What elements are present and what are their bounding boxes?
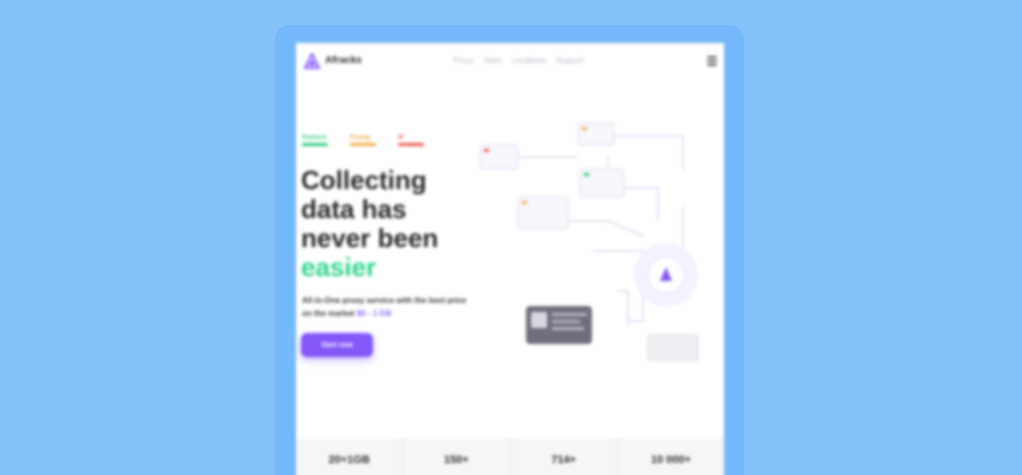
badge-label: Pricing bbox=[350, 135, 371, 141]
nav-item-proxy[interactable]: Proxy bbox=[453, 56, 473, 65]
logo-icon[interactable] bbox=[304, 53, 320, 69]
subtitle-price: $0 - 1 GB bbox=[356, 309, 392, 318]
card-top bbox=[577, 122, 615, 146]
badge-label: IP bbox=[398, 135, 404, 141]
headline-line-2: data has bbox=[301, 194, 407, 224]
badge-label: Protocol bbox=[302, 135, 327, 141]
badge-ip: IP bbox=[398, 135, 424, 146]
feature-badges: Protocol Pricing IP bbox=[302, 135, 424, 146]
nav-item-stats[interactable]: Stats bbox=[483, 56, 501, 65]
website-screen: Afracks Proxy Stats Locations Support Pr… bbox=[296, 43, 724, 475]
badge-protocol: Protocol bbox=[302, 135, 328, 146]
badge-bar bbox=[350, 143, 376, 146]
badge-bar bbox=[398, 143, 424, 146]
start-now-button[interactable]: Start now bbox=[301, 333, 373, 357]
hero-headline: Collecting data has never been easier bbox=[301, 166, 491, 282]
main-nav: Proxy Stats Locations Support bbox=[453, 56, 584, 65]
stat-traffic: 20+1GB bbox=[296, 438, 404, 475]
site-header: Afracks Proxy Stats Locations Support bbox=[296, 43, 724, 79]
brand-name[interactable]: Afracks bbox=[325, 55, 362, 66]
stat-ips: 10 000+ bbox=[650, 454, 691, 466]
menu-icon[interactable] bbox=[707, 56, 717, 66]
headline-line-1: Collecting bbox=[301, 165, 427, 195]
stats-bar: 20+1GB 150+ 714+ 10 000+ bbox=[296, 438, 724, 475]
stat-countries: 150+ bbox=[403, 438, 511, 475]
badge-bar bbox=[302, 143, 328, 146]
nav-item-locations[interactable]: Locations bbox=[512, 56, 546, 65]
stat-cities: 714+ bbox=[511, 438, 618, 475]
headline-accent: easier bbox=[301, 252, 377, 282]
hero-subtitle: All-in-One proxy service with the best p… bbox=[302, 294, 477, 320]
network-illustration bbox=[479, 122, 699, 361]
nav-item-support[interactable]: Support bbox=[556, 56, 584, 65]
headline-line-3: never been bbox=[301, 223, 439, 253]
badge-pricing: Pricing bbox=[350, 135, 376, 146]
